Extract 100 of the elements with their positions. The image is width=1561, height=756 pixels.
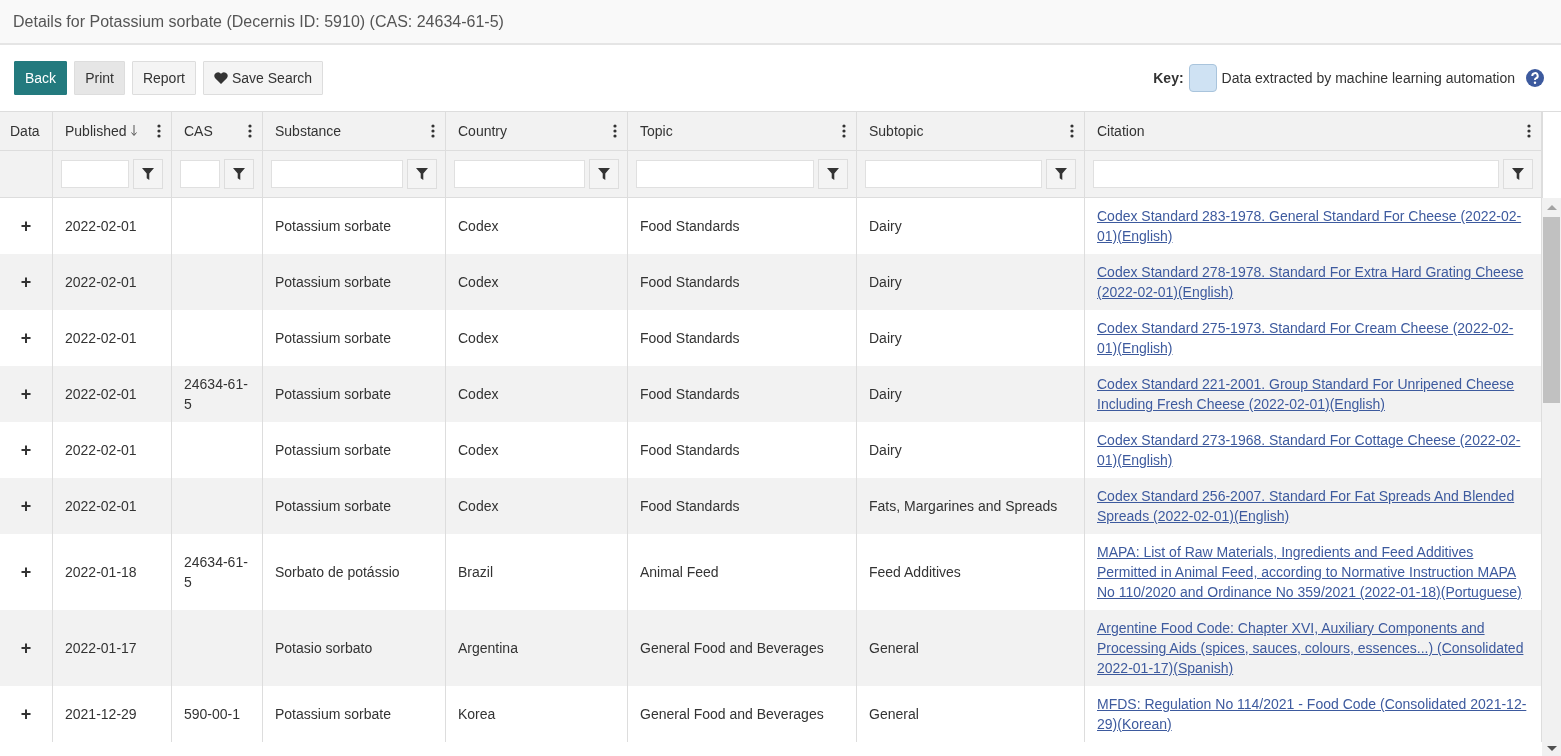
expand-button[interactable]: + xyxy=(20,496,32,516)
table-cell-text: Potassium sorbate xyxy=(275,385,391,404)
expand-button[interactable]: + xyxy=(20,384,32,404)
filter-field[interactable] xyxy=(180,160,220,188)
table-cell-text: 2022-02-01 xyxy=(65,273,137,292)
citation-link[interactable]: Codex Standard 221-2001. Group Standard For Unripened Cheese Including Fresh Cheese (2022-02-01)(English) xyxy=(1097,374,1529,414)
toolbar-button[interactable]: Report xyxy=(131,61,196,95)
more-vertical-icon xyxy=(1070,124,1074,138)
citation-link[interactable]: Codex Standard 283-1978. General Standard For Cheese (2022-02-01)(English) xyxy=(1097,206,1529,246)
table-cell-text: Codex xyxy=(458,497,499,516)
key-text: Data extracted by machine learning automation xyxy=(1221,70,1515,86)
column-header[interactable]: Data xyxy=(10,123,40,139)
table-cell-text: 2022-01-17 xyxy=(65,639,137,658)
expand-button[interactable]: + xyxy=(20,328,32,348)
filter-field[interactable] xyxy=(1093,160,1499,188)
citation-link[interactable]: Codex Standard 273-1968. Standard For Cottage Cheese (2022-02-01)(English) xyxy=(1097,430,1529,470)
filter-button[interactable] xyxy=(407,159,437,189)
table-cell-text: Codex xyxy=(458,441,499,460)
citation-link[interactable]: MFDS: Regulation No 114/2021 - Food Code (Consolidated 2021-12-29)(Korean) xyxy=(1097,694,1529,734)
filter-icon xyxy=(142,168,154,180)
filter-icon xyxy=(416,168,428,180)
column-header[interactable]: CAS xyxy=(184,123,213,139)
toolbar-button[interactable]: Save Search xyxy=(202,61,324,95)
citation-link[interactable]: Codex Standard 278-1978. Standard For Extra Hard Grating Cheese (2022-02-01)(English) xyxy=(1097,262,1529,302)
scrollbar[interactable] xyxy=(1542,198,1561,756)
citation-link[interactable]: MAPA: List of Raw Materials, Ingredients and Feed Additives Permitted in Animal Feed, according to Normative Instruction MAPA No 110/2020 and Ordinance No 359/2021 (2022-01-18)(Portuguese) xyxy=(1097,542,1529,602)
table-cell-text: Potasio sorbato xyxy=(275,639,373,658)
table-cell-text: Dairy xyxy=(869,217,902,236)
table-cell-text: Dairy xyxy=(869,329,902,348)
filter-field[interactable] xyxy=(61,160,129,188)
table-cell-text: Codex xyxy=(458,385,499,404)
table-cell-text: 590-00-1 xyxy=(184,705,241,724)
table-cell-text: Food Standards xyxy=(640,497,740,516)
table-cell-text: Dairy xyxy=(869,273,902,292)
table-cell-text: Brazil xyxy=(458,563,493,582)
table-cell-text: 2021-12-29 xyxy=(65,705,137,724)
filter-button[interactable] xyxy=(1046,159,1076,189)
more-vertical-icon xyxy=(248,124,252,138)
filter-icon xyxy=(233,168,245,180)
table-cell-text: General Food and Beverages xyxy=(640,639,824,658)
table-cell-text: Dairy xyxy=(869,441,902,460)
expand-button[interactable]: + xyxy=(20,704,32,724)
citation-link[interactable]: Codex Standard 256-2007. Standard For Fat Spreads And Blended Spreads (2022-02-01)(English) xyxy=(1097,486,1529,526)
table-cell-text: General xyxy=(869,639,919,658)
table-cell-text: 2022-02-01 xyxy=(65,385,137,404)
citation-link[interactable]: Codex Standard 275-1973. Standard For Cream Cheese (2022-02-01)(English) xyxy=(1097,318,1529,358)
table-cell-text: Argentina xyxy=(458,639,518,658)
table-cell-text: 2022-02-01 xyxy=(65,497,137,516)
column-header[interactable]: Citation xyxy=(1097,123,1145,139)
expand-button[interactable]: + xyxy=(20,440,32,460)
table-cell-text: Korea xyxy=(458,705,496,724)
table-cell-text: Potassium sorbate xyxy=(275,217,391,236)
filter-field[interactable] xyxy=(636,160,814,188)
filter-button[interactable] xyxy=(589,159,619,189)
filter-field[interactable] xyxy=(454,160,585,188)
column-header[interactable]: Topic xyxy=(640,123,673,139)
column-header[interactable]: Country xyxy=(458,123,508,139)
more-vertical-icon xyxy=(431,124,435,138)
more-vertical-icon xyxy=(157,124,161,138)
table-cell-text: Dairy xyxy=(869,385,902,404)
table-cell-text: Food Standards xyxy=(640,385,740,404)
table-cell-text: General Food and Beverages xyxy=(640,705,824,724)
table-cell-text: Potassium sorbate xyxy=(275,497,391,516)
table-cell-text: 2022-02-01 xyxy=(65,217,137,236)
table-cell-text: 24634-61-5 xyxy=(184,553,249,592)
table-cell-text: Food Standards xyxy=(640,329,740,348)
expand-button[interactable]: + xyxy=(20,638,32,658)
citation-link[interactable]: Argentine Food Code: Chapter XVI, Auxiliary Components and Processing Aids (spices, sauces, colours, essences...) (Consolidated 2022-01-17)(Spanish) xyxy=(1097,618,1529,678)
help-icon xyxy=(1526,69,1544,87)
filter-button[interactable] xyxy=(224,159,254,189)
key-swatch xyxy=(1188,64,1217,92)
toolbar-button[interactable]: Print xyxy=(74,61,125,95)
table-cell-text: Fats, Margarines and Spreads xyxy=(869,497,1058,516)
page-title: Details for Potassium sorbate (Decernis ID: 5910) (CAS: 24634-61-5) xyxy=(13,12,504,31)
table-cell-text: Codex xyxy=(458,329,499,348)
table-cell-text: 2022-02-01 xyxy=(65,329,137,348)
expand-button[interactable]: + xyxy=(20,272,32,292)
table-cell-text: Sorbato de potássio xyxy=(275,563,400,582)
filter-field[interactable] xyxy=(865,160,1042,188)
table-cell-text: General xyxy=(869,705,919,724)
column-header[interactable]: Subtopic xyxy=(869,123,924,139)
table-cell-text: Food Standards xyxy=(640,217,740,236)
expand-button[interactable]: + xyxy=(20,216,32,236)
table-cell-text: Food Standards xyxy=(640,441,740,460)
toolbar-button[interactable]: Back xyxy=(14,61,68,95)
table-cell-text: Potassium sorbate xyxy=(275,329,391,348)
filter-button[interactable] xyxy=(1503,159,1533,189)
filter-icon xyxy=(598,168,610,180)
column-header[interactable]: Substance xyxy=(275,123,342,139)
table-cell-text: Potassium sorbate xyxy=(275,441,391,460)
table-cell-text: 2022-01-18 xyxy=(65,563,137,582)
filter-button[interactable] xyxy=(133,159,163,189)
filter-button[interactable] xyxy=(818,159,848,189)
table-cell-text: 2022-02-01 xyxy=(65,441,137,460)
table-cell-text: Food Standards xyxy=(640,273,740,292)
column-header[interactable]: Published xyxy=(65,123,127,139)
expand-button[interactable]: + xyxy=(20,562,32,582)
more-vertical-icon xyxy=(613,124,617,138)
filter-field[interactable] xyxy=(271,160,403,188)
filter-icon xyxy=(827,168,839,180)
